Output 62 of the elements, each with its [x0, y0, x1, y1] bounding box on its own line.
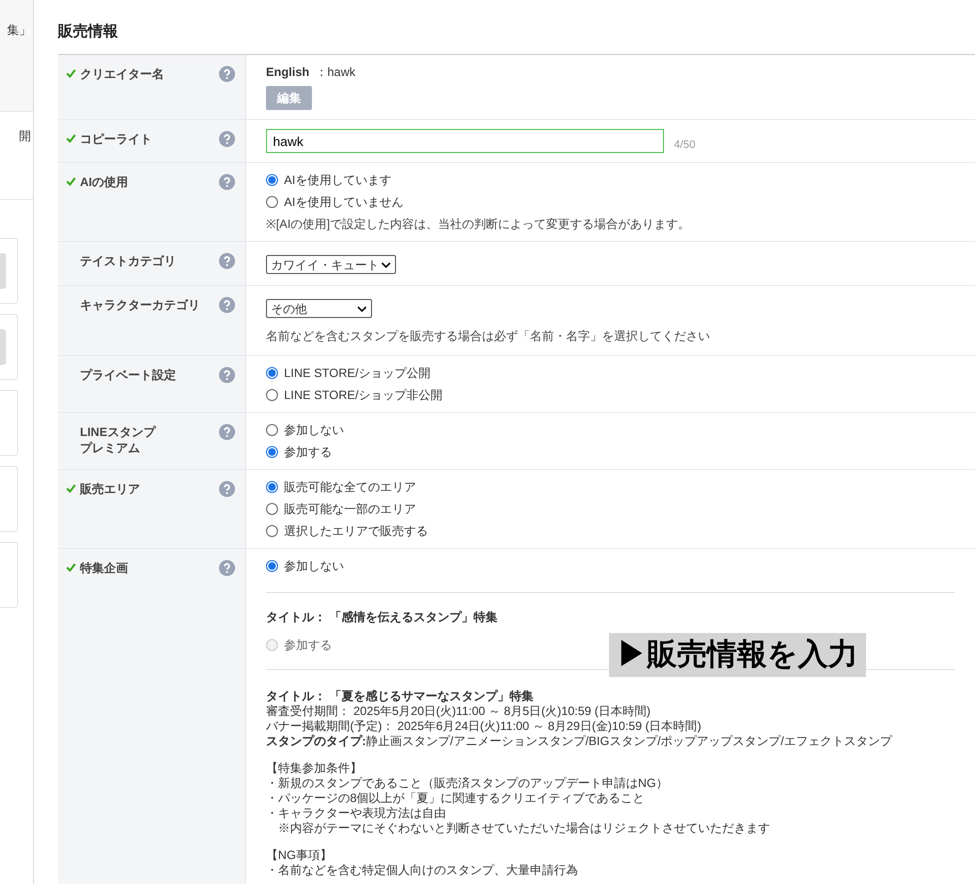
- campaign-detail: 審査受付期間： 2025年5月20日(火)11:00 ～ 8月5日(火)10:59 (日本時間): [266, 704, 652, 719]
- field-label: コピーライト: [80, 131, 153, 147]
- radio-option[interactable]: AIを使用しています: [266, 172, 955, 188]
- help-icon[interactable]: [219, 424, 235, 440]
- campaign-detail: ・新規のスタンプであること（販売済スタンプのアップデート申請はNG）: [266, 776, 669, 791]
- campaign-detail: ・パッケージの8個以上が「夏」に関連するクリエイティブであること: [266, 791, 646, 806]
- copyright-field[interactable]: hawk: [266, 129, 664, 153]
- field-label: プレミアム: [80, 440, 141, 456]
- radio-option[interactable]: LINE STORE/ショップ公開: [266, 365, 955, 381]
- campaign-detail: スタンプのタイプ:静止画スタンプ/アニメーションスタンプ/BIGスタンプ/ポップアップスタンプ/エフェクトスタンプ: [266, 734, 894, 749]
- creator-name: ：hawk: [315, 64, 356, 80]
- note-text: 名前などを含むスタンプを販売する場合は必ず「名前・名字」を選択してください: [266, 328, 711, 344]
- campaign-detail: ・キャラクターや表現方法は自由: [266, 806, 447, 821]
- campaign-detail: ※内容がテーマにそぐわないと判断させていただいた場合はリジェクトさせていただきます: [277, 821, 771, 836]
- help-icon[interactable]: [219, 481, 235, 497]
- avatar-icon: [0, 253, 6, 289]
- radio-option[interactable]: 販売可能な一部のエリア: [266, 501, 955, 517]
- help-icon[interactable]: [219, 66, 235, 82]
- avatar-icon: [0, 329, 6, 365]
- campaign-detail: ・名前などを含む特定個人向けのスタンプ、大量申請行為: [266, 863, 579, 878]
- campaign-detail: バナー掲載期間(予定)： 2025年6月24日(火)11:00 ～ 8月29日(金)10:59 (日本時間): [266, 719, 702, 734]
- campaign-detail: 【特集参加条件】: [266, 761, 363, 776]
- field-label: キャラクターカテゴリ: [80, 297, 201, 313]
- field-label: クリエイター名: [80, 66, 165, 82]
- field-label: プライベート設定: [80, 367, 177, 383]
- sidebar-card[interactable]: [0, 542, 18, 608]
- radio-option[interactable]: 選択したエリアで販売する: [266, 523, 955, 539]
- sidebar-card[interactable]: [0, 390, 18, 456]
- field-label: 特集企画: [80, 560, 129, 576]
- help-icon[interactable]: [219, 253, 235, 269]
- category-select[interactable]: その他: [266, 299, 372, 318]
- radio-option[interactable]: 参加しない: [266, 422, 955, 438]
- note-text: ※[AIの使用]で設定した内容は、当社の判断によって変更する場合があります。: [266, 216, 692, 232]
- section-title: 販売情報: [58, 23, 119, 41]
- field-label: テイストカテゴリ: [80, 253, 177, 269]
- sidebar-item[interactable]: 開: [19, 128, 31, 144]
- field-label: LINEスタンプ: [80, 424, 157, 440]
- chevron-icon: [357, 306, 367, 312]
- annotation-label: ▶販売情報を入力: [609, 633, 866, 677]
- chevron-icon: [381, 262, 391, 268]
- field-label: 販売エリア: [80, 481, 141, 497]
- category-select[interactable]: カワイイ・キュート: [266, 255, 396, 274]
- sidebar-item[interactable]: 集」: [7, 22, 31, 38]
- character-counter: 4/50: [674, 138, 696, 153]
- help-icon[interactable]: [219, 560, 235, 576]
- radio-option[interactable]: AIを使用していません: [266, 194, 955, 210]
- sidebar-card[interactable]: [0, 466, 18, 532]
- sidebar-card[interactable]: [0, 238, 18, 304]
- radio-option[interactable]: 参加しない: [266, 558, 955, 574]
- field-label: AIの使用: [80, 174, 129, 190]
- campaign-title: タイトル： 「感情を伝えるスタンプ」特集: [266, 609, 498, 625]
- radio-option[interactable]: 販売可能な全てのエリア: [266, 479, 955, 495]
- help-icon[interactable]: [219, 297, 235, 313]
- help-icon[interactable]: [219, 174, 235, 190]
- help-icon[interactable]: [219, 131, 235, 147]
- radio-option[interactable]: 参加する: [266, 444, 955, 460]
- campaign-title: タイトル： 「夏を感じるサマーなスタンプ」特集: [266, 688, 534, 704]
- sidebar-card[interactable]: [0, 314, 18, 380]
- language-label: English: [266, 64, 310, 80]
- help-icon[interactable]: [219, 367, 235, 383]
- radio-option[interactable]: LINE STORE/ショップ非公開: [266, 387, 955, 403]
- campaign-detail: 【NG事項】: [266, 848, 333, 863]
